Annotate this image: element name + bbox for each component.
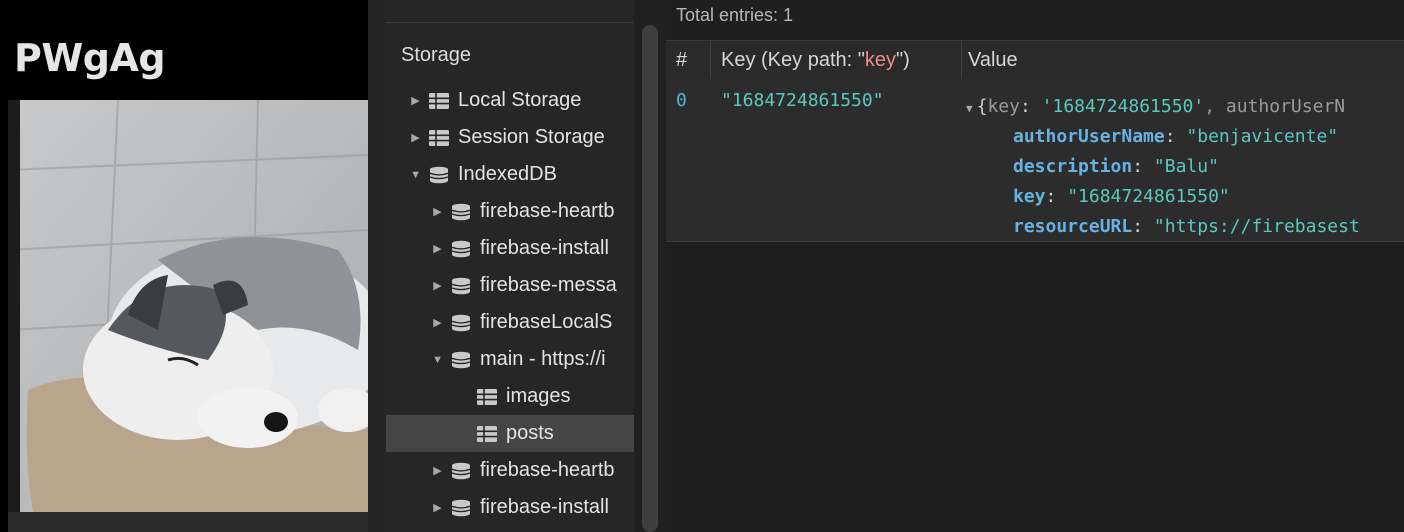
database-icon (450, 351, 472, 369)
sidebar-item-firebase-heartb[interactable]: ▶ firebase-heartb (386, 193, 634, 230)
expand-right-icon[interactable]: ▶ (433, 280, 442, 292)
property-value: "1684724861550" (1067, 186, 1230, 207)
property-colon: : (1045, 186, 1068, 207)
summary-value: '1684724861550' (1041, 96, 1205, 117)
property-colon: : (1164, 126, 1187, 147)
collapse-triangle-icon[interactable]: ▼ (966, 102, 973, 115)
sidebar-item-firebase-install[interactable]: ▶ firebase-install (386, 489, 634, 526)
property-name: description (1013, 156, 1133, 177)
sidebar-item-label: Session Storage (458, 126, 605, 148)
brace-open: { (976, 96, 988, 117)
sidebar-item-label: firebase-install (480, 237, 609, 259)
sidebar-item-label: firebase-install (480, 496, 609, 518)
row-index: 0 (676, 90, 687, 111)
value-property: description: "Balu" (966, 152, 1404, 182)
sidebar-item-label: firebase-heartb (480, 459, 615, 481)
sidebar-scrollbar[interactable] (642, 25, 658, 532)
table-icon (476, 425, 498, 443)
table-icon (428, 92, 450, 110)
webpage-view: PWgAg (0, 0, 368, 532)
row-key: "1684724861550" (721, 90, 884, 111)
property-value: "Balu" (1153, 156, 1219, 177)
column-header-value[interactable]: Value (968, 49, 1018, 72)
sidebar-item-session-storage[interactable]: ▶ Session Storage (386, 119, 634, 156)
value-properties: authorUserName: "benjavicente" descriptio… (966, 122, 1404, 242)
table-icon (428, 129, 450, 147)
expand-right-icon[interactable]: ▶ (433, 206, 442, 218)
sidebar-item-posts[interactable]: posts (386, 415, 634, 452)
sidebar-item-label: Local Storage (458, 89, 582, 111)
object-store-view: Total entries: 1 # Key (Key path: "key")… (666, 0, 1404, 532)
sidebar-item-local-storage[interactable]: ▶ Local Storage (386, 82, 634, 119)
sidebar-item-label: firebase-messa (480, 274, 617, 296)
database-icon (450, 314, 472, 332)
value-summary[interactable]: ▼ {key: '1684724861550', authorUserN (966, 92, 1404, 122)
database-icon (450, 462, 472, 480)
sidebar-item-label: posts (506, 422, 554, 444)
property-value: "benjavicente" (1186, 126, 1339, 147)
property-colon: : (1132, 156, 1154, 177)
sidebar-item-firebase-heartb[interactable]: ▶ firebase-heartb (386, 452, 634, 489)
summary-prop: key (987, 96, 1020, 117)
key-header-prefix: Key (Key path: " (721, 49, 865, 71)
expand-down-icon[interactable]: ▼ (410, 169, 421, 181)
sidebar-item-label: IndexedDB (458, 163, 557, 185)
sidebar-item-indexeddb[interactable]: ▼ IndexedDB (386, 156, 634, 193)
expand-right-icon[interactable]: ▶ (433, 317, 442, 329)
database-icon (450, 240, 472, 258)
property-name: key (1013, 186, 1046, 207)
sidebar-item-label: images (506, 385, 571, 407)
sidebar-item-images[interactable]: images (386, 378, 634, 415)
property-colon: : (1132, 216, 1154, 237)
expand-right-icon[interactable]: ▶ (433, 465, 442, 477)
database-icon (428, 166, 450, 184)
key-header-suffix: ") (895, 49, 910, 71)
storage-sidebar: Storage ▶ Local Storage ▶ Session Storage ▼ I… (386, 0, 634, 532)
table-icon (476, 388, 498, 406)
summary-colon: : (1019, 96, 1042, 117)
sidebar-item-firebase-messa[interactable]: ▶ firebase-messa (386, 267, 634, 304)
sidebar-divider (386, 22, 634, 23)
expand-down-icon[interactable]: ▼ (432, 354, 443, 366)
expand-right-icon[interactable]: ▶ (411, 132, 420, 144)
expand-right-icon[interactable]: ▶ (411, 95, 420, 107)
app-title: PWgAg (14, 36, 166, 80)
column-header-key[interactable]: Key (Key path: "key") (721, 49, 910, 72)
sidebar-item-label: main - https://i (480, 348, 606, 370)
summary-rest: , authorUserN (1204, 96, 1346, 117)
value-property: authorUserName: "benjavicente" (966, 122, 1404, 152)
database-icon (450, 277, 472, 295)
key-path-name: key (864, 49, 896, 71)
property-value: "https://firebasest (1153, 216, 1360, 237)
sidebar-item-label: firebaseLocalS (480, 311, 613, 333)
value-property: key: "1684724861550" (966, 182, 1404, 212)
storage-heading: Storage (401, 44, 472, 66)
dog-photo (8, 100, 368, 532)
expand-right-icon[interactable]: ▶ (433, 502, 442, 514)
row-value: ▼ {key: '1684724861550', authorUserN auth… (966, 92, 1404, 242)
expand-right-icon[interactable]: ▶ (433, 243, 442, 255)
property-name: resourceURL (1013, 216, 1133, 237)
column-header-index[interactable]: # (676, 49, 687, 72)
total-entries: Total entries: 1 (676, 5, 794, 25)
database-icon (450, 499, 472, 517)
pane-splitter[interactable] (634, 0, 666, 532)
property-name: authorUserName (1013, 126, 1165, 147)
database-icon (450, 203, 472, 221)
sidebar-item-main-https-i[interactable]: ▼ main - https://i (386, 341, 634, 378)
value-property: resourceURL: "https://firebasest (966, 212, 1404, 242)
sidebar-item-firebase-install[interactable]: ▶ firebase-install (386, 230, 634, 267)
sidebar-item-label: firebase-heartb (480, 200, 615, 222)
sidebar-item-firebaselocals[interactable]: ▶ firebaseLocalS (386, 304, 634, 341)
pane-gap (368, 0, 386, 532)
